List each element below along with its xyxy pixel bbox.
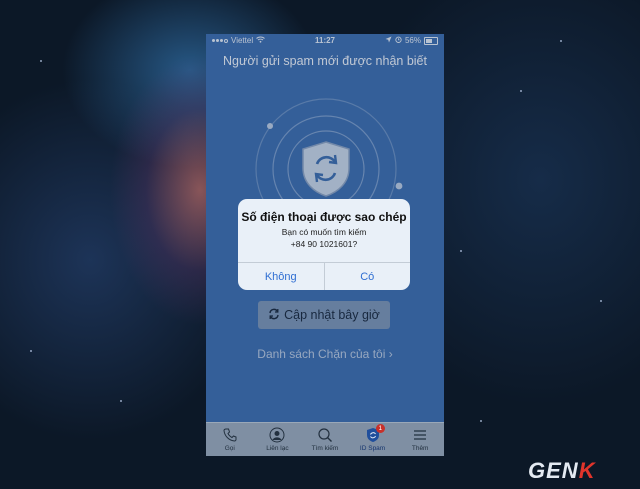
dialog-message-line-2: +84 90 1021601? (290, 239, 358, 249)
tab-id-spam[interactable]: 1 ID Spam (349, 423, 397, 456)
no-button[interactable]: Không (238, 263, 324, 290)
dialog-title: Số điện thoại được sao chép (241, 210, 407, 224)
tab-bar: Gọi Liên lạc Tìm kiếm 1 ID Spam Thêm (206, 422, 444, 456)
menu-icon (414, 430, 427, 440)
tab-calls[interactable]: Gọi (206, 423, 254, 456)
yes-button[interactable]: Có (323, 263, 411, 290)
search-icon (318, 428, 332, 442)
dialog-message: Bạn có muốn tìm kiếm +84 90 1021601? (238, 226, 410, 250)
dialog-actions: Không Có (238, 262, 410, 290)
dialog-message-line-1: Bạn có muốn tìm kiếm (281, 227, 367, 237)
tab-more[interactable]: Thêm (396, 423, 444, 456)
tab-search[interactable]: Tìm kiếm (301, 423, 349, 456)
contact-icon (269, 427, 285, 443)
tab-contacts[interactable]: Liên lạc (254, 423, 302, 456)
genk-watermark-logo: GENK (528, 458, 596, 483)
copied-number-dialog: Số điện thoại được sao chép Bạn có muốn … (238, 199, 410, 290)
phone-icon (223, 428, 237, 442)
notification-badge: 1 (375, 424, 385, 433)
